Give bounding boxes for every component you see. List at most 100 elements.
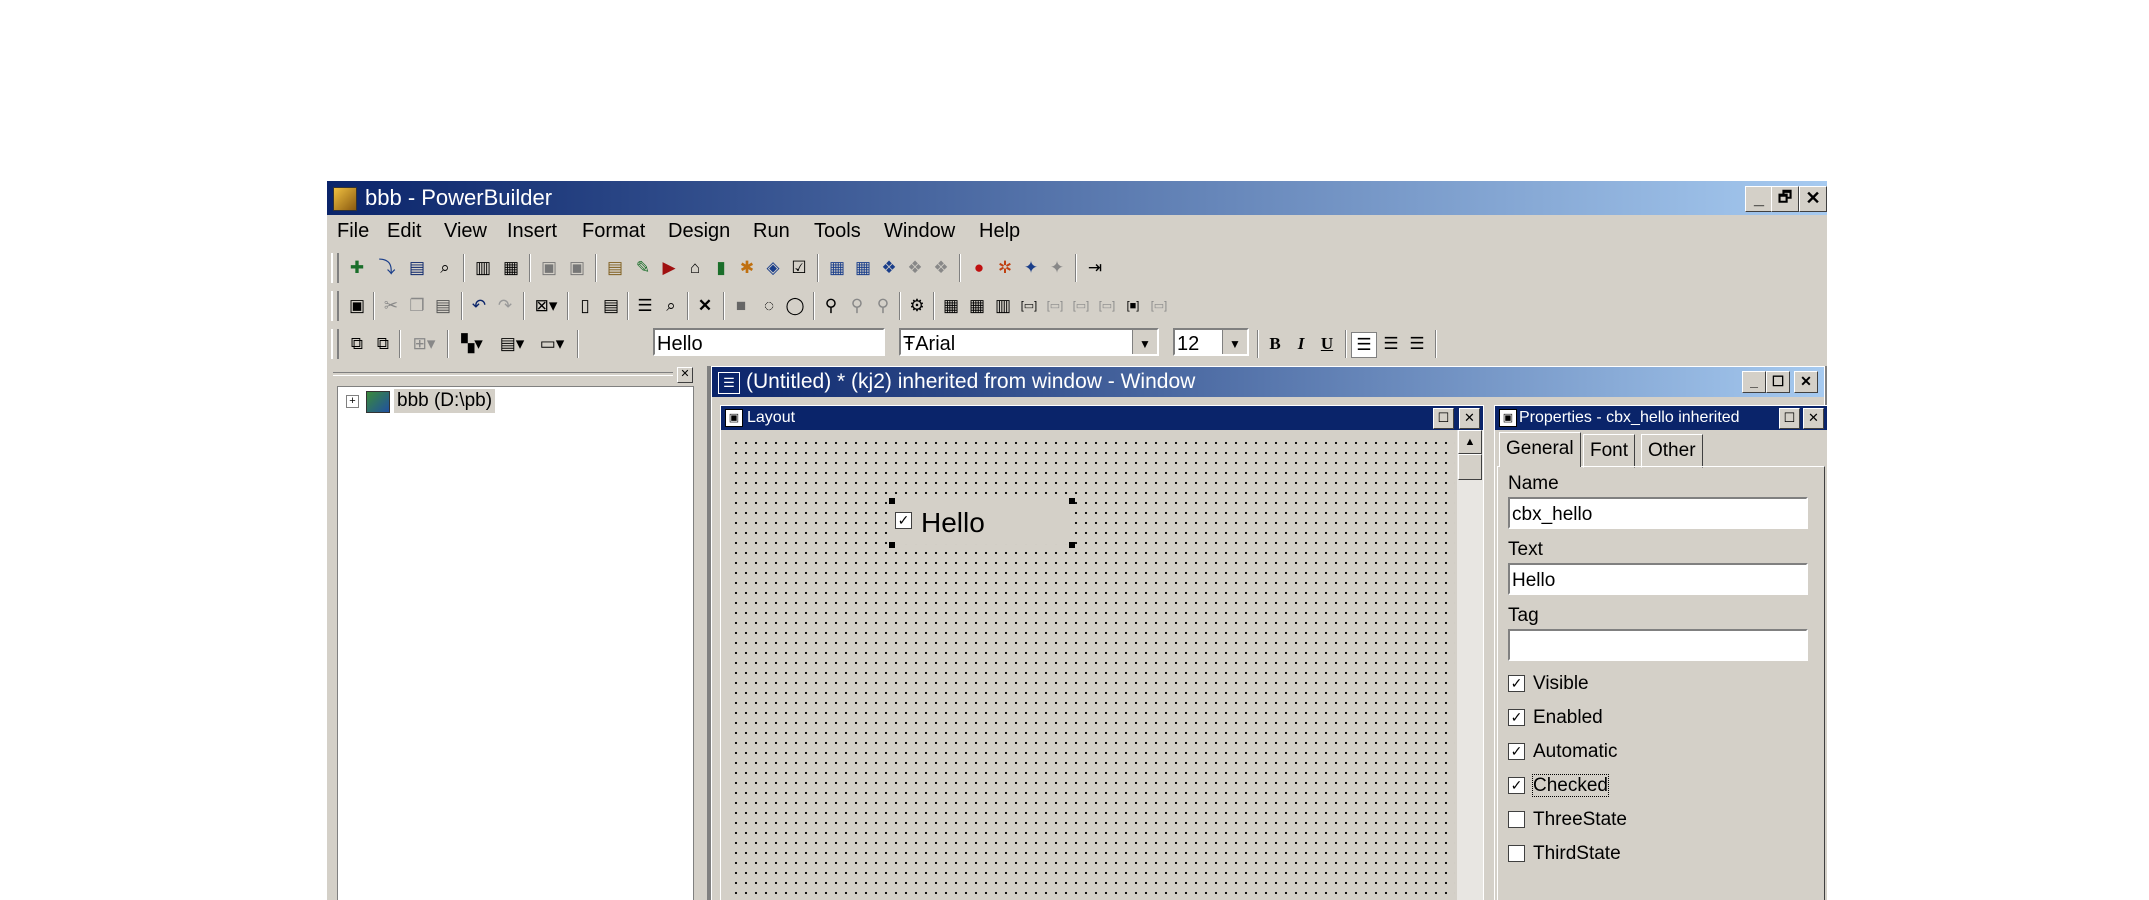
tab-other[interactable]: Other — [1641, 434, 1703, 468]
pane-grip[interactable] — [333, 372, 673, 376]
minimize-button[interactable]: _ — [1742, 371, 1766, 393]
checkbox-box[interactable] — [1508, 845, 1525, 863]
selection-handle[interactable] — [889, 498, 895, 504]
selection-handle[interactable] — [1069, 542, 1075, 548]
undo-icon[interactable]: ↶ — [467, 294, 491, 318]
window-icon[interactable]: ☰ — [718, 372, 740, 394]
powerbuilder-app-icon[interactable] — [333, 187, 357, 211]
menu-tools[interactable]: Tools — [814, 220, 861, 243]
compile-icon[interactable]: ⚙ — [905, 294, 929, 318]
objects-icon[interactable]: ◈ — [761, 256, 785, 280]
restore-button[interactable]: 🗗 — [1771, 186, 1799, 212]
database-icon[interactable]: ▮ — [709, 256, 733, 280]
comment-icon[interactable]: ◌ — [757, 294, 781, 318]
layout-title-bar[interactable]: ▣ Layout ☐ ✕ — [721, 406, 1483, 430]
preview-icon[interactable]: ⌕ — [433, 256, 457, 280]
redo-icon[interactable]: ↷ — [493, 294, 517, 318]
name-field[interactable]: cbx_hello — [1508, 497, 1808, 529]
toolbar-grip[interactable] — [331, 253, 339, 283]
layout-canvas[interactable]: ✓ Hello — [731, 438, 1455, 900]
text-field[interactable]: Hello — [653, 328, 885, 356]
new-icon[interactable]: ✚ — [345, 256, 369, 280]
browser-icon[interactable]: ⌂ — [683, 256, 707, 280]
import-icon[interactable]: ▣ — [537, 256, 561, 280]
paste-icon[interactable]: ▤ — [431, 294, 455, 318]
menu-format[interactable]: Format — [582, 220, 645, 243]
find-icon[interactable]: ⚲ — [819, 294, 843, 318]
copy-icon[interactable]: ❐ — [405, 294, 429, 318]
checkbox-box[interactable]: ✓ — [1508, 743, 1525, 761]
menu-design[interactable]: Design — [668, 220, 730, 243]
delete-icon[interactable]: ✕ — [693, 294, 717, 318]
scroll-up-arrow-icon[interactable]: ▲ — [1458, 430, 1482, 454]
properties-icon[interactable]: ▤ — [599, 294, 623, 318]
maximize-pane-icon[interactable]: ☐ — [1433, 408, 1454, 429]
send-to-back-icon[interactable]: ⧉ — [371, 332, 395, 356]
app-title-bar[interactable]: bbb - PowerBuilder _ 🗗 ✕ — [327, 181, 1827, 215]
insert-control-icon[interactable]: ▥ — [991, 294, 1015, 318]
checked-checkbox[interactable]: ✓ Checked — [1508, 773, 1609, 799]
insert-control-icon[interactable]: [▭] — [1043, 294, 1067, 318]
checkbox-box[interactable]: ✓ — [1508, 709, 1525, 727]
insert-control-icon[interactable]: [▭] — [1017, 294, 1041, 318]
layout-vertical-scrollbar[interactable]: ▲ — [1457, 430, 1483, 900]
grid-icon[interactable]: ▦ — [851, 256, 875, 280]
pane-icon[interactable]: ▣ — [1499, 409, 1517, 427]
align-center-icon[interactable]: ☰ — [1379, 332, 1403, 356]
font-name-combo[interactable]: ŦArial ▼ — [899, 328, 1159, 356]
align-right-icon[interactable]: ☰ — [1405, 332, 1429, 356]
close-icon[interactable]: ✕ — [677, 367, 693, 383]
checkbox-box[interactable]: ✓ — [895, 512, 912, 529]
new-document-icon[interactable]: ▯ — [573, 294, 597, 318]
preview-icon[interactable]: ⌕ — [659, 294, 683, 318]
close-icon[interactable]: ✕ — [1803, 408, 1824, 429]
thirdstate-checkbox[interactable]: ThirdState — [1508, 841, 1621, 867]
font-size-combo[interactable]: 12 ▼ — [1173, 328, 1249, 356]
chevron-down-icon[interactable]: ▼ — [1132, 330, 1157, 354]
painter-title-bar[interactable]: ☰ (Untitled) * (kj2) inherited from wind… — [712, 367, 1824, 397]
threestate-checkbox[interactable]: ThreeState — [1508, 807, 1627, 833]
space-dropdown-icon[interactable]: ▚▾ — [453, 332, 491, 356]
minimize-button[interactable]: _ — [1745, 186, 1773, 212]
stop-icon[interactable]: ● — [967, 256, 991, 280]
maximize-button[interactable]: ☐ — [1766, 371, 1790, 393]
selection-handle[interactable] — [1069, 498, 1075, 504]
insert-control-icon[interactable]: [▭] — [1069, 294, 1093, 318]
automatic-checkbox[interactable]: ✓ Automatic — [1508, 739, 1617, 765]
scroll-thumb[interactable] — [1458, 454, 1482, 480]
bring-to-front-icon[interactable]: ⧉ — [345, 332, 369, 356]
toolbar-grip[interactable] — [331, 291, 339, 321]
menu-run[interactable]: Run — [753, 220, 790, 243]
control-icon[interactable]: ■ — [729, 294, 753, 318]
maximize-pane-icon[interactable]: ☐ — [1779, 408, 1800, 429]
open-icon[interactable]: ▤ — [405, 256, 429, 280]
export-icon[interactable]: ▣ — [565, 256, 589, 280]
close-button[interactable]: ✕ — [1799, 186, 1827, 212]
visible-checkbox[interactable]: ✓ Visible — [1508, 671, 1589, 697]
align-dropdown-icon[interactable]: ⊞▾ — [405, 332, 443, 356]
close-icon[interactable]: ✕ — [1459, 408, 1480, 429]
pane-icon[interactable]: ▣ — [725, 409, 743, 427]
checkbox-box[interactable]: ✓ — [1508, 777, 1525, 795]
todo-icon[interactable]: ☑ — [787, 256, 811, 280]
menu-window[interactable]: Window — [884, 220, 955, 243]
tree-item-workspace[interactable]: bbb (D:\pb) — [394, 389, 496, 413]
properties-view-icon[interactable]: ▦ — [499, 256, 523, 280]
script-icon[interactable]: ✎ — [631, 256, 655, 280]
tab-general[interactable]: General — [1499, 432, 1581, 467]
step-icon[interactable]: ✦ — [1019, 256, 1043, 280]
layout-view-icon[interactable]: ▥ — [471, 256, 495, 280]
find-next-icon[interactable]: ⚲ — [845, 294, 869, 318]
insert-control-icon[interactable]: [■] — [1121, 294, 1145, 318]
component-icon[interactable]: ❖ — [929, 256, 953, 280]
text-field[interactable]: Hello — [1508, 563, 1808, 595]
checkbox-box[interactable] — [1508, 811, 1525, 829]
properties-title-bar[interactable]: ▣ Properties - cbx_hello inherited ☐ ✕ — [1495, 406, 1827, 430]
italic-button[interactable]: I — [1289, 332, 1313, 356]
tree-icon[interactable]: ❖ — [877, 256, 901, 280]
size-dropdown-icon[interactable]: ▤▾ — [493, 332, 531, 356]
menu-view[interactable]: View — [444, 220, 487, 243]
tab-order-icon[interactable]: ☰ — [633, 294, 657, 318]
lasso-icon[interactable]: ◯ — [783, 294, 807, 318]
toolbar-grip[interactable] — [331, 329, 339, 359]
